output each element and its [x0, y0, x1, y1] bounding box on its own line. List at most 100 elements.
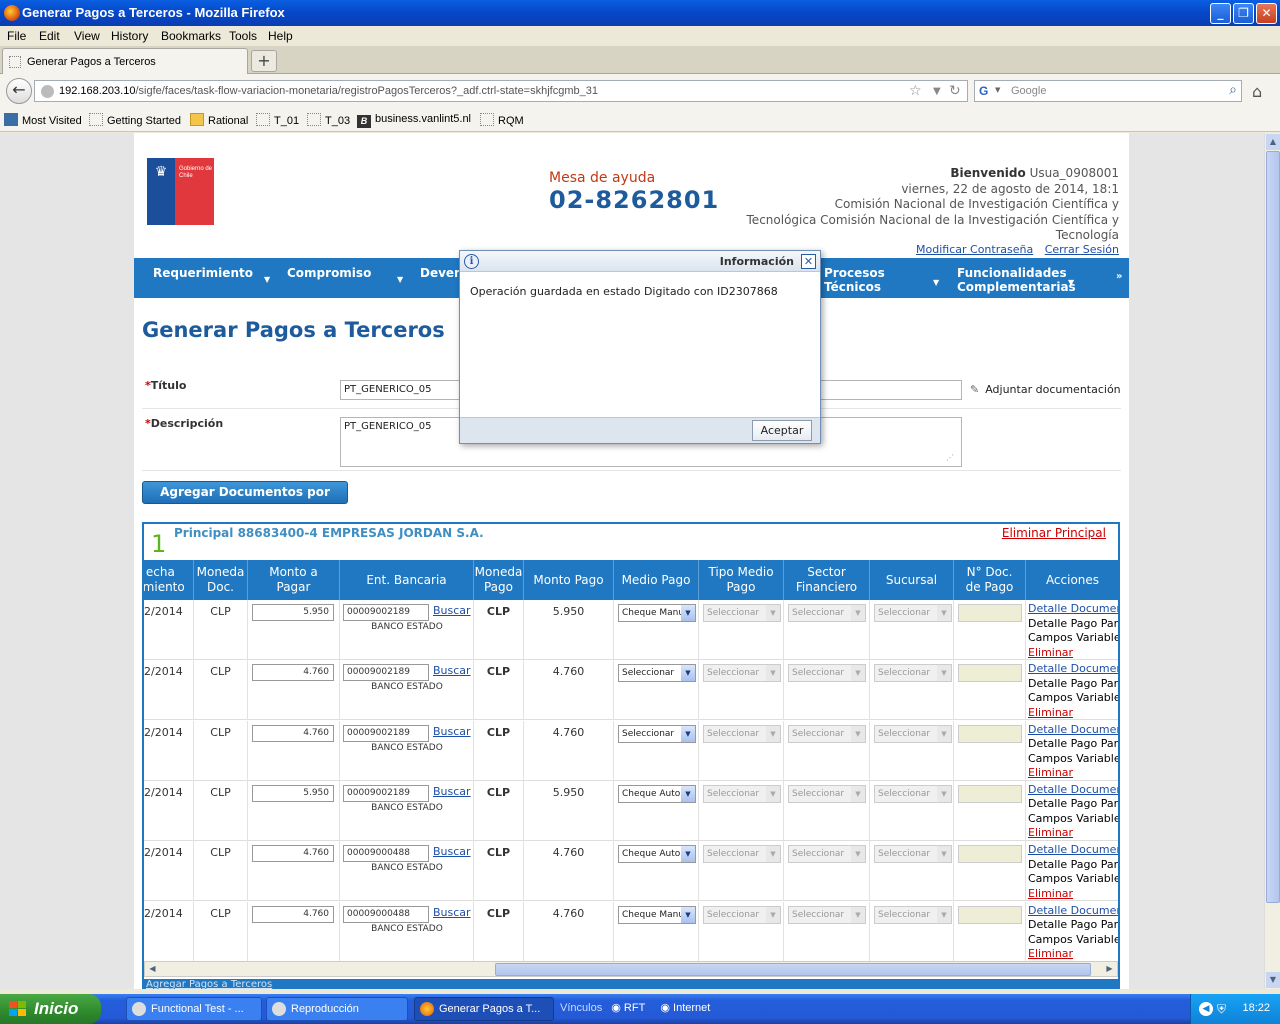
medio-pago-select[interactable]: Seleccionar ▼ [618, 664, 696, 683]
bookmark-rqm[interactable]: RQM [480, 113, 524, 127]
medio-pago-select[interactable]: Cheque Autor ▼ [618, 784, 696, 803]
nav-funcionalidades[interactable]: Funcionalidades Complementarias ▼ [957, 266, 1076, 294]
add-documents-button[interactable]: Agregar Documentos por Pagar [142, 481, 348, 519]
ndoc-input[interactable] [958, 724, 1022, 743]
sucursal-select[interactable]: Seleccionar ▼ [874, 905, 952, 924]
monto-input[interactable]: 4.760 [252, 845, 334, 863]
horizontal-scrollbar[interactable]: ◀ ▶ [144, 961, 1118, 977]
scroll-left-icon[interactable]: ◀ [145, 962, 160, 976]
monto-input[interactable]: 5.950 [252, 604, 334, 621]
taskbar-functional-test[interactable]: Functional Test - ... [126, 997, 262, 1021]
url-bar[interactable]: 192.168.203.10/sigfe/faces/task-flow-var… [34, 80, 968, 102]
nav-requerimiento[interactable]: Requerimiento ▼ [153, 266, 270, 284]
eliminar-link[interactable]: Eliminar [1028, 947, 1118, 962]
bookmark-getting-started[interactable]: Getting Started [89, 113, 181, 127]
campos-variables-link[interactable]: Campos Variables [1028, 752, 1118, 767]
account-input[interactable]: 00009000488 [343, 845, 429, 863]
accept-button[interactable]: Aceptar [752, 420, 812, 441]
monto-input[interactable]: 5.950 [252, 784, 334, 802]
tipo-medio-select[interactable]: Seleccionar ▼ [703, 664, 781, 683]
quicklink-internet[interactable]: ◉ Internet [660, 1002, 716, 1014]
attach-documentation-button[interactable]: ✎ Adjuntar documentación [970, 383, 1121, 396]
search-box[interactable]: G ▼ Google ⌕ [974, 80, 1242, 102]
search-icon[interactable]: ⌕ [1229, 82, 1237, 98]
sector-select[interactable]: Seleccionar ▼ [788, 604, 866, 622]
eliminar-link[interactable]: Eliminar [1028, 706, 1118, 721]
bookmark-vanlint[interactable]: Bbusiness.vanlint5.nl [357, 113, 471, 128]
maximize-button[interactable]: ❐ [1233, 3, 1254, 24]
monto-input[interactable]: 4.760 [252, 905, 334, 923]
buscar-link[interactable]: Buscar [433, 604, 471, 617]
scroll-up-icon[interactable]: ▲ [1266, 134, 1280, 150]
menu-history[interactable]: History [111, 29, 148, 43]
detalle-pago-parcial-link[interactable]: Detalle Pago Parcial [1028, 677, 1118, 692]
medio-pago-select[interactable]: Cheque Manu ▼ [618, 905, 696, 924]
detalle-documento-link[interactable]: Detalle Documento [1028, 843, 1118, 858]
buscar-link[interactable]: Buscar [433, 725, 471, 738]
tray-expand-icon[interactable]: ◀ [1199, 1002, 1213, 1016]
monto-input[interactable]: 4.760 [252, 664, 334, 682]
new-tab-button[interactable]: + [251, 50, 277, 72]
account-input[interactable]: 00009002189 [343, 664, 429, 682]
campos-variables-link[interactable]: Campos Variables [1028, 631, 1118, 646]
home-icon[interactable]: ⌂ [1252, 82, 1262, 101]
detalle-documento-link[interactable]: Detalle Documento [1028, 723, 1118, 738]
nav-compromiso[interactable]: Compromiso ▼ [287, 266, 403, 284]
close-button[interactable]: ✕ [1256, 3, 1277, 24]
taskbar-reproduccion[interactable]: Reproducción [266, 997, 408, 1021]
detalle-documento-link[interactable]: Detalle Documento [1028, 602, 1118, 617]
menu-edit[interactable]: Edit [39, 29, 60, 43]
reload-icon[interactable]: ↻ [949, 83, 961, 99]
sector-select[interactable]: Seleccionar ▼ [788, 845, 866, 864]
menu-file[interactable]: File [7, 29, 26, 43]
tipo-medio-select[interactable]: Seleccionar ▼ [703, 724, 781, 743]
scroll-right-icon[interactable]: ▶ [1102, 962, 1117, 976]
logout-link[interactable]: Cerrar Sesión [1045, 243, 1119, 256]
detalle-pago-parcial-link[interactable]: Detalle Pago Parcial [1028, 617, 1118, 632]
scroll-thumb[interactable] [495, 963, 1091, 976]
campos-variables-link[interactable]: Campos Variables [1028, 691, 1118, 706]
detalle-documento-link[interactable]: Detalle Documento [1028, 662, 1118, 677]
monto-input[interactable]: 4.760 [252, 724, 334, 742]
url-history-dropdown-icon[interactable]: ▼ [933, 86, 941, 97]
tray-shield-icon[interactable]: ⛨ [1217, 1002, 1231, 1016]
sucursal-select[interactable]: Seleccionar ▼ [874, 784, 952, 803]
campos-variables-link[interactable]: Campos Variables [1028, 812, 1118, 827]
ndoc-input[interactable] [958, 664, 1022, 683]
start-button[interactable]: Inicio [0, 994, 101, 1024]
sucursal-select[interactable]: Seleccionar ▼ [874, 724, 952, 743]
delete-principal-link[interactable]: Eliminar Principal [1002, 526, 1106, 540]
site-identity-icon[interactable] [41, 85, 54, 98]
tab-generar-pagos[interactable]: Generar Pagos a Terceros [2, 48, 248, 74]
buscar-link[interactable]: Buscar [433, 664, 471, 677]
menu-bookmarks[interactable]: Bookmarks [161, 29, 221, 43]
buscar-link[interactable]: Buscar [433, 845, 471, 858]
eliminar-link[interactable]: Eliminar [1028, 646, 1118, 661]
account-input[interactable]: 00009000488 [343, 905, 429, 923]
medio-pago-select[interactable]: Cheque Autor ▼ [618, 845, 696, 864]
dialog-close-icon[interactable]: ✕ [801, 254, 816, 269]
medio-pago-select[interactable]: Cheque Manu ▼ [618, 604, 696, 622]
detalle-documento-link[interactable]: Detalle Documento [1028, 783, 1118, 798]
bookmark-t01[interactable]: T_01 [256, 113, 299, 127]
nav-more-icon[interactable]: » [1116, 270, 1122, 284]
account-input[interactable]: 00009002189 [343, 784, 429, 802]
detalle-pago-parcial-link[interactable]: Detalle Pago Parcial [1028, 918, 1118, 933]
eliminar-link[interactable]: Eliminar [1028, 887, 1118, 902]
menu-help[interactable]: Help [268, 29, 293, 43]
tipo-medio-select[interactable]: Seleccionar ▼ [703, 604, 781, 622]
ndoc-input[interactable] [958, 604, 1022, 622]
bookmark-t03[interactable]: T_03 [307, 113, 350, 127]
tipo-medio-select[interactable]: Seleccionar ▼ [703, 784, 781, 803]
scroll-thumb[interactable] [1266, 151, 1280, 903]
menu-view[interactable]: View [74, 29, 100, 43]
add-payments-link[interactable]: Agregar Pagos a Terceros [146, 979, 272, 989]
sector-select[interactable]: Seleccionar ▼ [788, 664, 866, 683]
menu-tools[interactable]: Tools [229, 29, 257, 43]
bookmark-star-icon[interactable]: ☆ [909, 83, 922, 99]
sector-select[interactable]: Seleccionar ▼ [788, 724, 866, 743]
sucursal-select[interactable]: Seleccionar ▼ [874, 604, 952, 622]
resize-handle-icon[interactable]: ⋰ [946, 453, 954, 462]
google-engine-icon[interactable]: G [979, 84, 995, 98]
buscar-link[interactable]: Buscar [433, 785, 471, 798]
